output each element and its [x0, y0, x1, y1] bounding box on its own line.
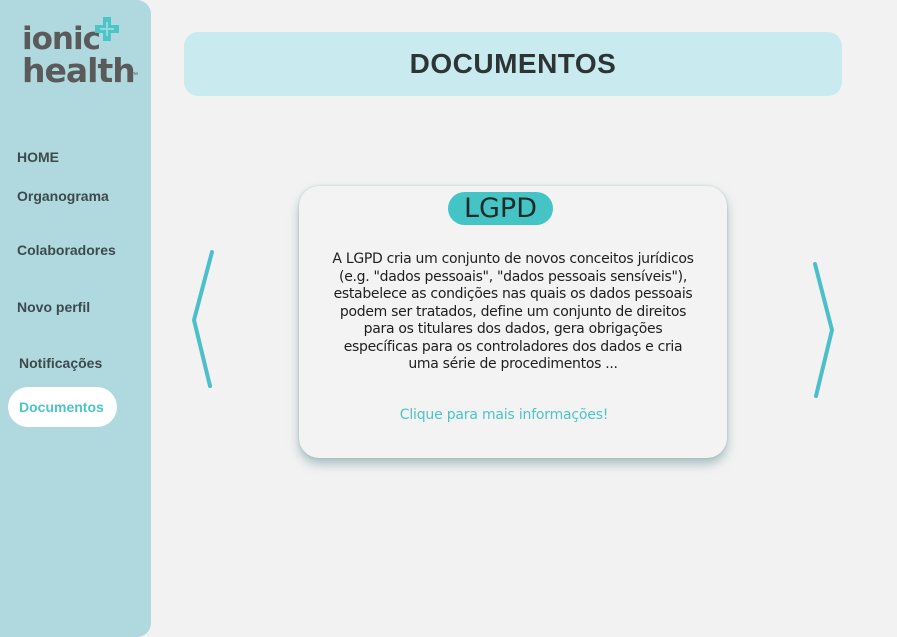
- description-line: uma série de procedimentos ...: [408, 356, 618, 372]
- sidebar: ionic health ™ HOME Organograma Colabora…: [0, 0, 151, 637]
- sidebar-item-organograma[interactable]: Organograma: [17, 188, 109, 204]
- description-line: específicas para os controladores dos da…: [343, 338, 683, 355]
- chevron-left-icon[interactable]: [186, 246, 220, 392]
- page-header: DOCUMENTOS: [184, 32, 842, 96]
- sidebar-item-colaboradores[interactable]: Colaboradores: [17, 242, 116, 258]
- description-line: podem ser tratados, define um conjunto d…: [339, 303, 687, 320]
- document-description: A LGPD cria um conjunto de novos conceit…: [327, 251, 699, 374]
- description-line: estabelece as condições nas quais os dad…: [333, 286, 693, 302]
- trademark-symbol: ™: [131, 72, 138, 79]
- description-line: A LGPD cria um conjunto de novos conceit…: [332, 251, 694, 267]
- logo-text-line2: health: [22, 51, 136, 90]
- more-info-link[interactable]: Clique para mais informações!: [299, 407, 709, 423]
- document-card: LGPD A LGPD cria um conjunto de novos co…: [299, 186, 727, 458]
- sidebar-item-novo-perfil[interactable]: Novo perfil: [17, 299, 90, 315]
- sidebar-item-home[interactable]: HOME: [17, 149, 59, 165]
- page-title: DOCUMENTOS: [409, 48, 617, 79]
- description-line: (e.g. "dados pessoais", "dados pessoais …: [339, 268, 687, 285]
- description-line: para os titulares dos dados, gera obriga…: [363, 321, 663, 337]
- sidebar-item-notificacoes[interactable]: Notificações: [19, 355, 102, 371]
- ionic-health-logo[interactable]: ionic health ™: [20, 14, 140, 89]
- sidebar-item-documentos[interactable]: Documentos: [8, 387, 117, 427]
- cross-plus-icon: [95, 17, 119, 41]
- chevron-right-icon[interactable]: [808, 258, 842, 404]
- document-badge: LGPD: [448, 192, 553, 225]
